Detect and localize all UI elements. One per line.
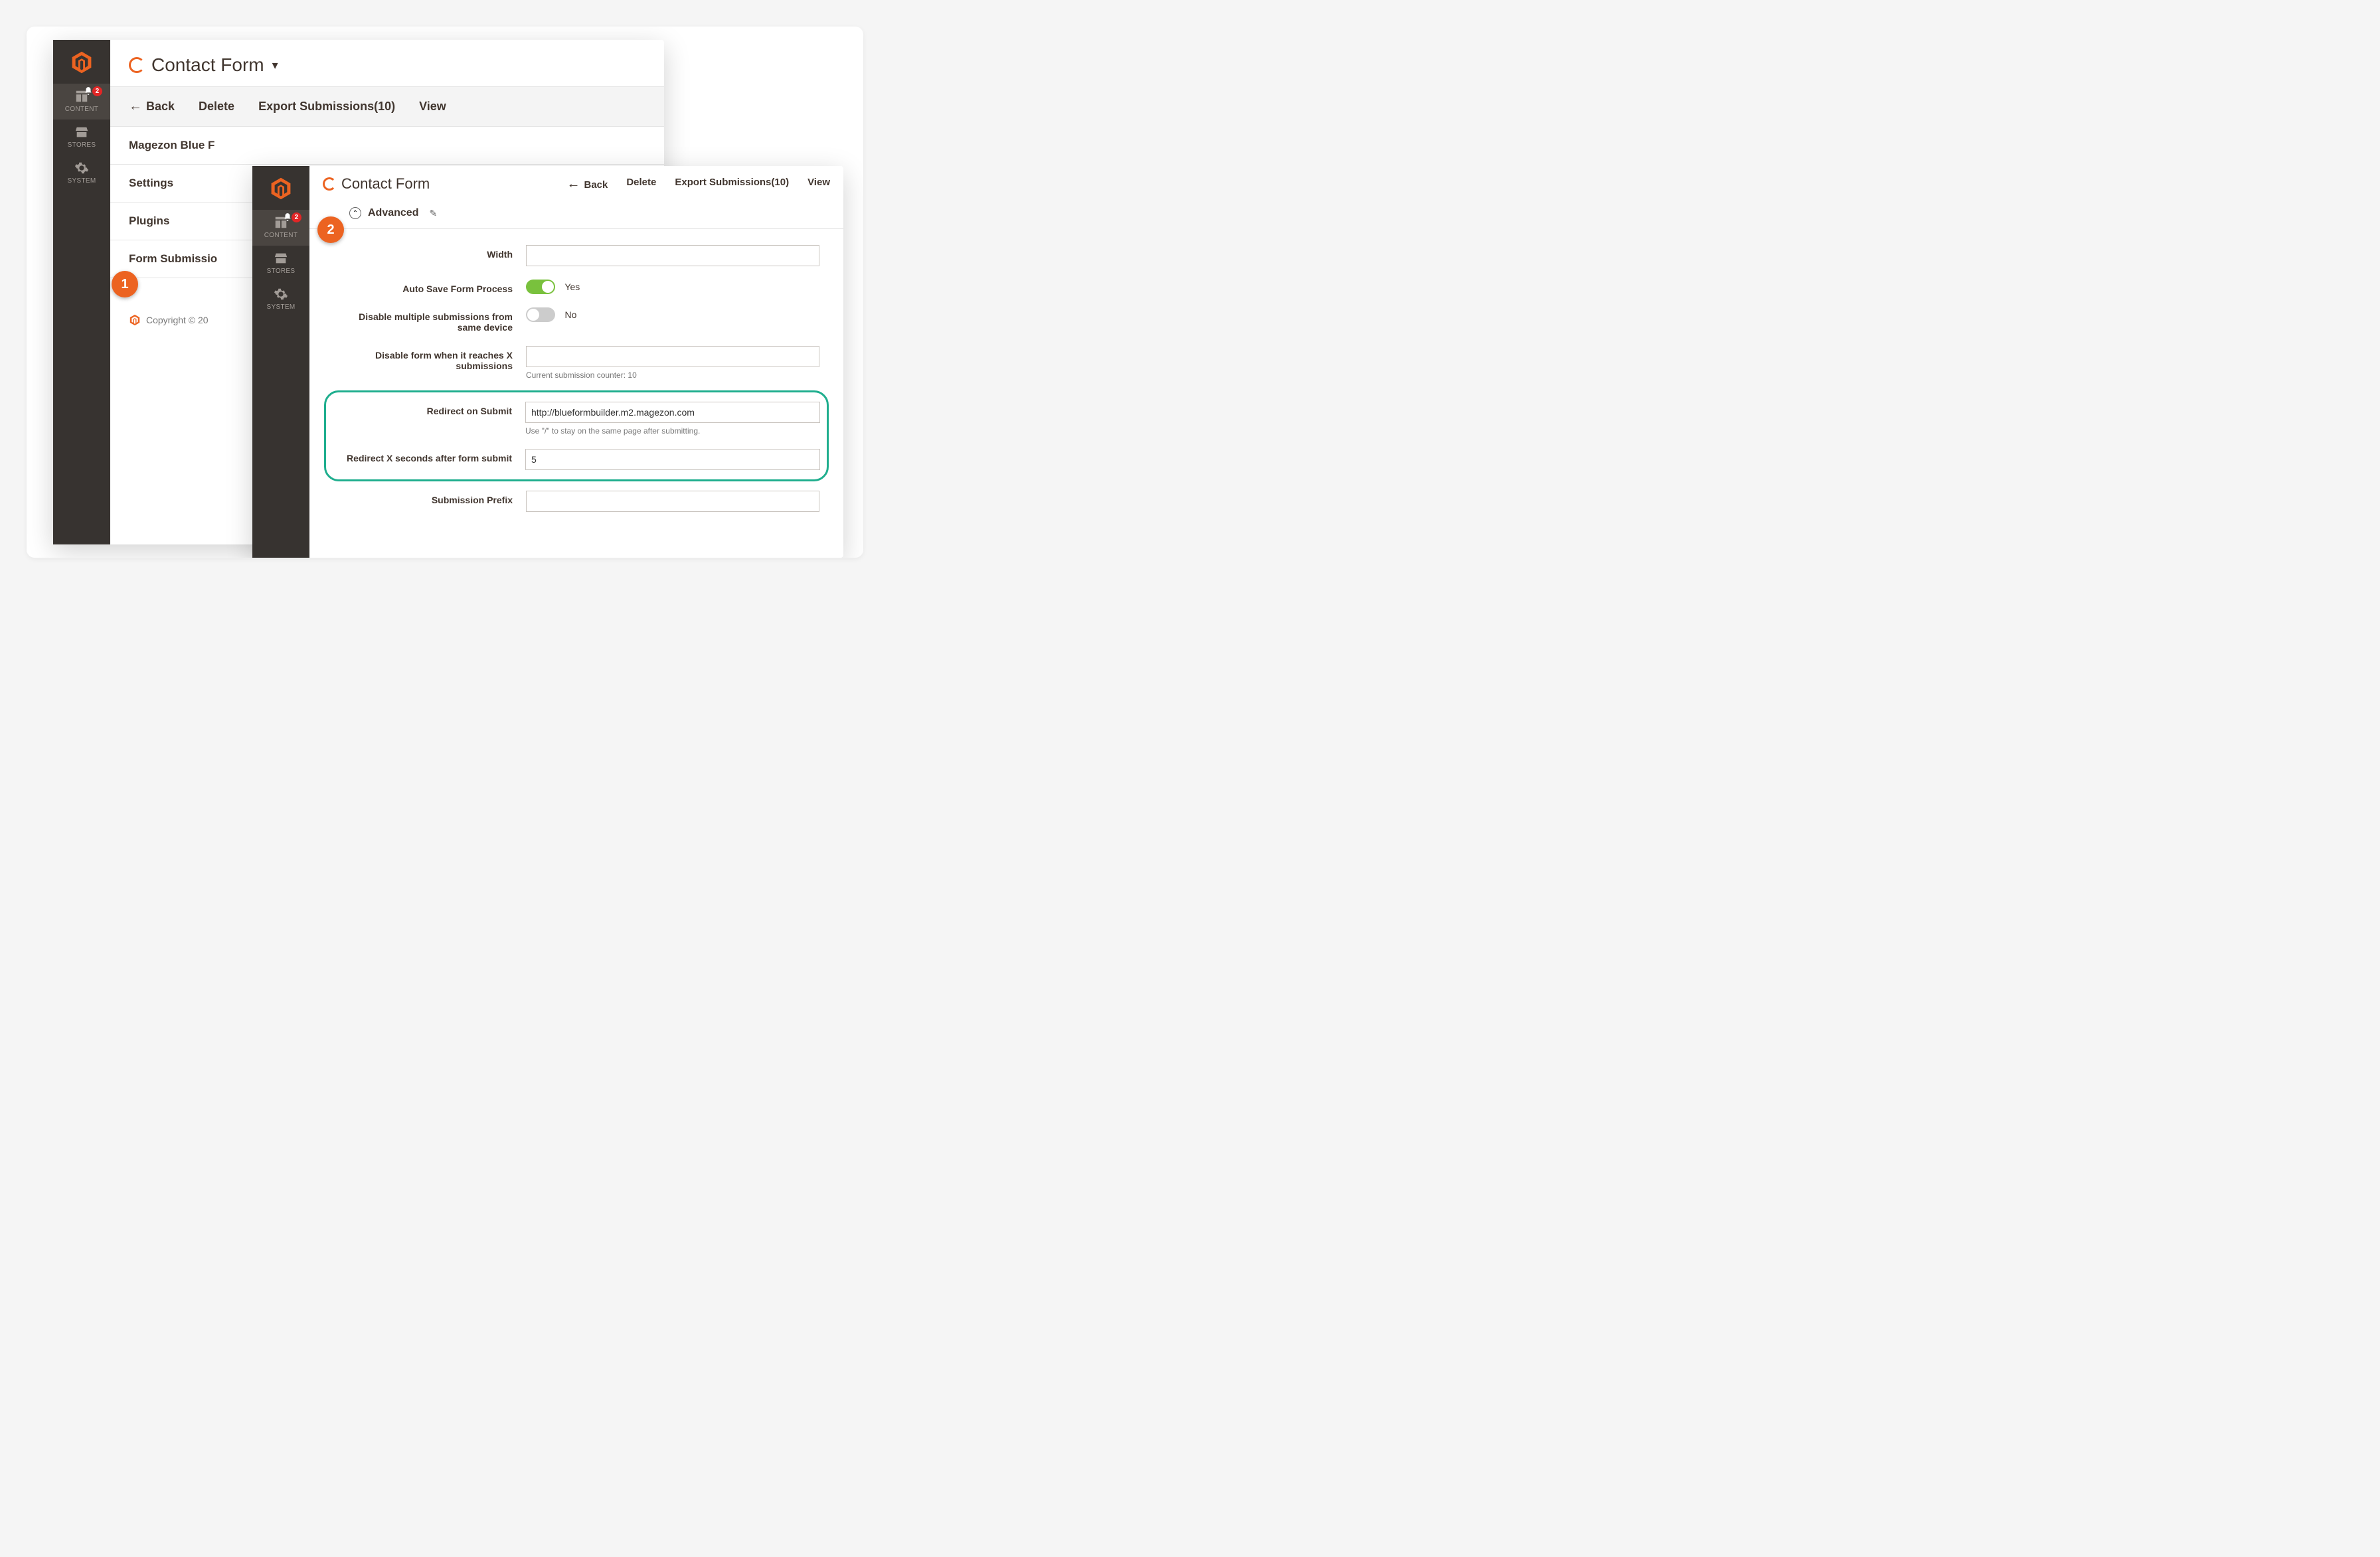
copyright-text: Copyright © 20 (146, 315, 209, 325)
sidebar-item-system[interactable]: SYSTEM (53, 155, 110, 191)
chevron-up-icon[interactable]: ⌃ (349, 207, 361, 219)
redirect-hint: Use "/" to stay on the same page after s… (525, 426, 820, 436)
view-button[interactable]: View (419, 100, 446, 114)
sidebar-item-label: CONTENT (65, 106, 98, 113)
main-panel: Contact Form ←Back Delete Export Submiss… (309, 166, 843, 541)
autosave-value: Yes (564, 282, 580, 292)
back-button[interactable]: ←Back (129, 99, 175, 114)
autosave-label: Auto Save Form Process (333, 280, 526, 294)
section-title: Advanced (368, 207, 418, 219)
sidebar-item-label: SYSTEM (68, 177, 96, 185)
pencil-icon[interactable]: ✎ (429, 208, 437, 219)
page-header: Contact Form ▾ (110, 40, 664, 86)
page-title: Contact Form (341, 175, 430, 193)
sidebar: CONTENT 2 STORES SYSTEM (53, 40, 110, 544)
disable-multi-label: Disable multiple submissions from same d… (333, 307, 526, 333)
notification-badge[interactable]: 2 (292, 212, 301, 222)
redirect-delay-label: Redirect X seconds after form submit (333, 449, 525, 463)
advanced-form: Width Auto Save Form Process Yes Disable… (309, 229, 843, 541)
redirect-label: Redirect on Submit (333, 402, 525, 416)
view-button[interactable]: View (808, 177, 830, 192)
section-header-advanced[interactable]: ⌃ Advanced ✎ (309, 199, 843, 229)
bell-icon (283, 212, 292, 222)
max-submissions-input[interactable] (526, 346, 819, 367)
sidebar-item-system[interactable]: SYSTEM (252, 282, 309, 317)
sidebar-item-content[interactable]: CONTENT 2 (53, 84, 110, 120)
submission-prefix-input[interactable] (526, 491, 819, 512)
dropdown-caret-icon[interactable]: ▾ (272, 58, 278, 72)
export-submissions-button[interactable]: Export Submissions(10) (258, 100, 395, 114)
notification-badge[interactable]: 2 (92, 86, 102, 96)
disable-multi-value: No (564, 309, 576, 320)
sidebar-item-label: STORES (267, 268, 296, 275)
submission-prefix-label: Submission Prefix (333, 491, 526, 505)
spinner-icon (129, 57, 145, 73)
sidebar-item-label: SYSTEM (267, 303, 296, 311)
screenshot-frame: CONTENT 2 STORES SYSTEM Contact Form ▾ (27, 27, 863, 558)
toolbar: ←Back Delete Export Submissions(10) View (110, 86, 664, 127)
sidebar-item-stores[interactable]: STORES (53, 120, 110, 155)
disable-multi-toggle[interactable] (526, 307, 555, 322)
delete-button[interactable]: Delete (626, 177, 656, 192)
sidebar-item-content[interactable]: CONTENT 2 (252, 210, 309, 246)
back-button[interactable]: ←Back (566, 177, 608, 192)
submission-counter-hint: Current submission counter: 10 (526, 370, 819, 380)
magento-small-icon (129, 314, 141, 326)
magento-logo-icon[interactable] (70, 50, 94, 74)
export-submissions-button[interactable]: Export Submissions(10) (675, 177, 789, 192)
magento-logo-icon[interactable] (269, 177, 293, 201)
autosave-toggle[interactable] (526, 280, 555, 294)
sidebar: CONTENT 2 STORES SYSTEM (252, 166, 309, 558)
max-submissions-label: Disable form when it reaches X submissio… (333, 346, 526, 371)
highlight-box: Redirect on Submit Use "/" to stay on th… (324, 390, 829, 481)
toolbar: ←Back Delete Export Submissions(10) View (566, 177, 830, 192)
annotation-marker-1: 1 (112, 271, 138, 297)
width-input[interactable] (526, 245, 819, 266)
section-blueform[interactable]: Magezon Blue F (110, 127, 664, 165)
width-label: Width (333, 245, 526, 260)
annotation-marker-2: 2 (317, 216, 344, 243)
bell-icon (84, 86, 93, 96)
page-header: Contact Form ←Back Delete Export Submiss… (309, 166, 843, 199)
sidebar-item-stores[interactable]: STORES (252, 246, 309, 282)
redirect-delay-input[interactable] (525, 449, 820, 470)
delete-button[interactable]: Delete (199, 100, 234, 114)
sidebar-item-label: STORES (68, 141, 96, 149)
sidebar-item-label: CONTENT (264, 232, 298, 239)
redirect-input[interactable] (525, 402, 820, 423)
page-title: Contact Form (151, 54, 264, 76)
spinner-icon (323, 177, 336, 191)
